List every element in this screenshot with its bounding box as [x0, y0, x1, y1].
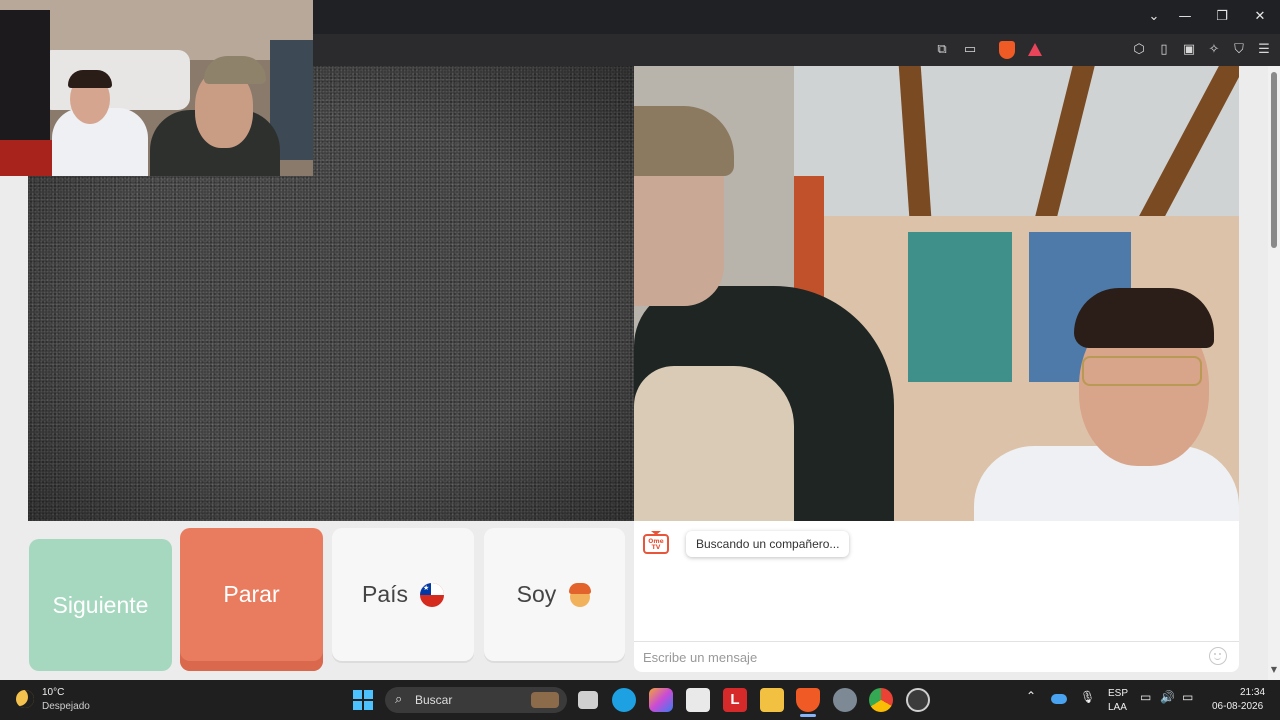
- brave-rewards-icon[interactable]: [1028, 43, 1042, 56]
- onedrive-icon[interactable]: [1051, 694, 1067, 704]
- boy-hair: [68, 70, 112, 88]
- battery-icon[interactable]: ▭: [1182, 690, 1193, 704]
- taskbar-search-box[interactable]: ⌕ Buscar: [385, 687, 567, 713]
- minimize-icon[interactable]: —: [1175, 7, 1195, 27]
- country-button[interactable]: País ★: [332, 528, 474, 661]
- person-sleeve: [634, 366, 794, 521]
- menu-icon[interactable]: ☰: [1255, 42, 1273, 58]
- weather-moon-icon[interactable]: [16, 690, 34, 708]
- wall-poster: [908, 232, 1012, 382]
- man-cap: [204, 56, 266, 84]
- vpn-icon[interactable]: ⛉: [1230, 42, 1248, 58]
- taskbar-search-placeholder: Buscar: [415, 693, 453, 707]
- wallet-icon[interactable]: ▣: [1180, 42, 1198, 58]
- extensions-icon[interactable]: ⬡: [1130, 42, 1148, 58]
- network-icon[interactable]: ▭: [1140, 690, 1151, 704]
- brave-shields-icon[interactable]: [999, 41, 1015, 59]
- boy-glasses: [1082, 356, 1202, 386]
- store-icon[interactable]: [686, 688, 710, 712]
- streamer-facecam: [0, 0, 313, 176]
- stop-button-label: Parar: [223, 581, 280, 607]
- ometv-logo-text: Ome TV: [648, 538, 664, 551]
- microphone-icon[interactable]: 🎙: [1080, 690, 1095, 704]
- maximize-icon[interactable]: ❐: [1212, 7, 1232, 27]
- chat-message-input[interactable]: [643, 646, 1198, 668]
- boy-hair: [1074, 288, 1214, 348]
- chile-flag-icon: ★: [420, 582, 445, 607]
- boy-shirt: [974, 446, 1239, 521]
- show-hidden-icons-icon[interactable]: ⌃: [1026, 689, 1036, 703]
- gender-button[interactable]: Soy: [484, 528, 625, 661]
- brave-taskbar-icon[interactable]: [796, 688, 820, 712]
- active-app-indicator: [800, 714, 816, 717]
- edge-icon[interactable]: [612, 688, 636, 712]
- couch: [40, 50, 190, 110]
- red-chair: [0, 140, 60, 176]
- windows-start-icon[interactable]: [353, 690, 373, 710]
- chrome-icon[interactable]: [869, 688, 893, 712]
- search-highlight-icon: [531, 692, 559, 708]
- boy-emoji-icon: [568, 582, 592, 607]
- next-button-label: Siguiente: [52, 591, 149, 618]
- country-button-label: País: [361, 581, 409, 607]
- scrollbar-thumb[interactable]: [1271, 72, 1277, 248]
- self-camera-video: [634, 66, 1239, 521]
- tab-search-icon[interactable]: ⌄: [1144, 7, 1164, 27]
- cast-icon[interactable]: ▭: [961, 42, 979, 58]
- file-explorer-icon[interactable]: [760, 688, 784, 712]
- settings-gear-icon[interactable]: [833, 688, 857, 712]
- scroll-down-arrow-icon[interactable]: ▼: [1270, 666, 1278, 674]
- search-icon: ⌕: [395, 692, 403, 707]
- volume-icon[interactable]: 🔊: [1160, 690, 1175, 704]
- leo-ai-icon[interactable]: ✧: [1205, 42, 1223, 58]
- keyboard-layout[interactable]: LAA: [1108, 702, 1127, 713]
- weather-temperature[interactable]: 10°C: [42, 687, 64, 698]
- copilot-icon[interactable]: [649, 688, 673, 712]
- keyboard-language[interactable]: ESP: [1108, 688, 1128, 699]
- chat-status-message: Buscando un compañero...: [686, 531, 850, 557]
- app-l-icon[interactable]: L: [723, 688, 747, 712]
- emoji-picker-icon[interactable]: [1209, 647, 1227, 665]
- clock-date[interactable]: 06-08-2026: [1212, 701, 1263, 712]
- clock-time[interactable]: 21:34: [1240, 687, 1265, 698]
- next-button[interactable]: Siguiente: [29, 539, 172, 671]
- task-view-icon[interactable]: [578, 691, 598, 709]
- gender-button-label: Soy: [516, 581, 557, 607]
- chat-divider: [634, 641, 1239, 642]
- weather-description[interactable]: Despejado: [42, 701, 90, 712]
- stop-button[interactable]: Parar: [180, 528, 323, 671]
- close-icon[interactable]: ✕: [1250, 7, 1270, 27]
- ometv-logo-icon: Ome TV: [643, 531, 671, 557]
- obs-icon[interactable]: [906, 688, 930, 712]
- sidebar-icon[interactable]: ▯: [1155, 42, 1173, 58]
- translate-icon[interactable]: ⧉: [933, 42, 951, 58]
